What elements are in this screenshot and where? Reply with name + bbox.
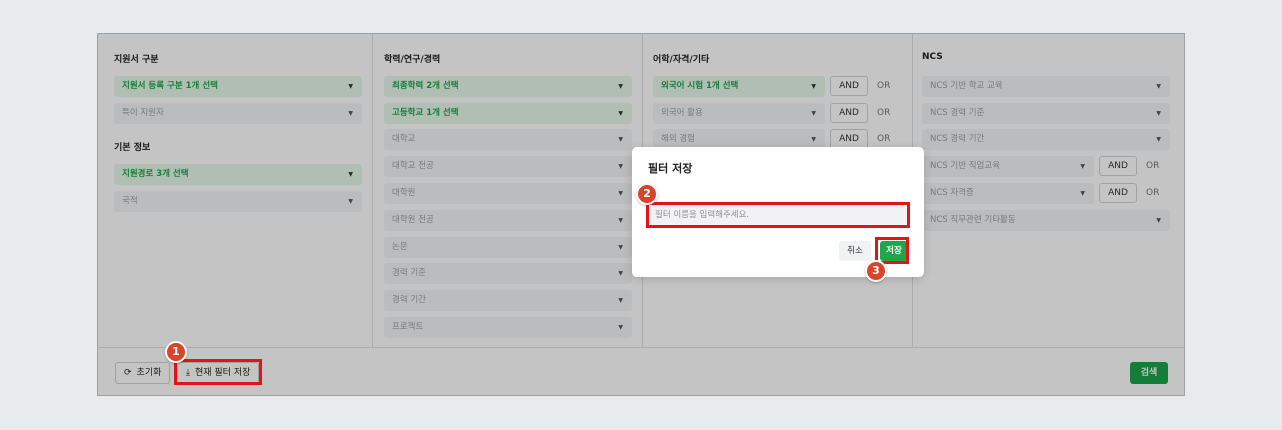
- step-badge-3: 3: [865, 260, 887, 282]
- modal-title: 필터 저장: [648, 162, 693, 175]
- step-badge-1: 1: [165, 341, 187, 363]
- step-badge-2: 2: [636, 183, 658, 205]
- highlight-filter-name-input: [646, 202, 910, 228]
- cancel-button[interactable]: 취소: [839, 241, 871, 261]
- highlight-save-current-filter: [174, 359, 262, 385]
